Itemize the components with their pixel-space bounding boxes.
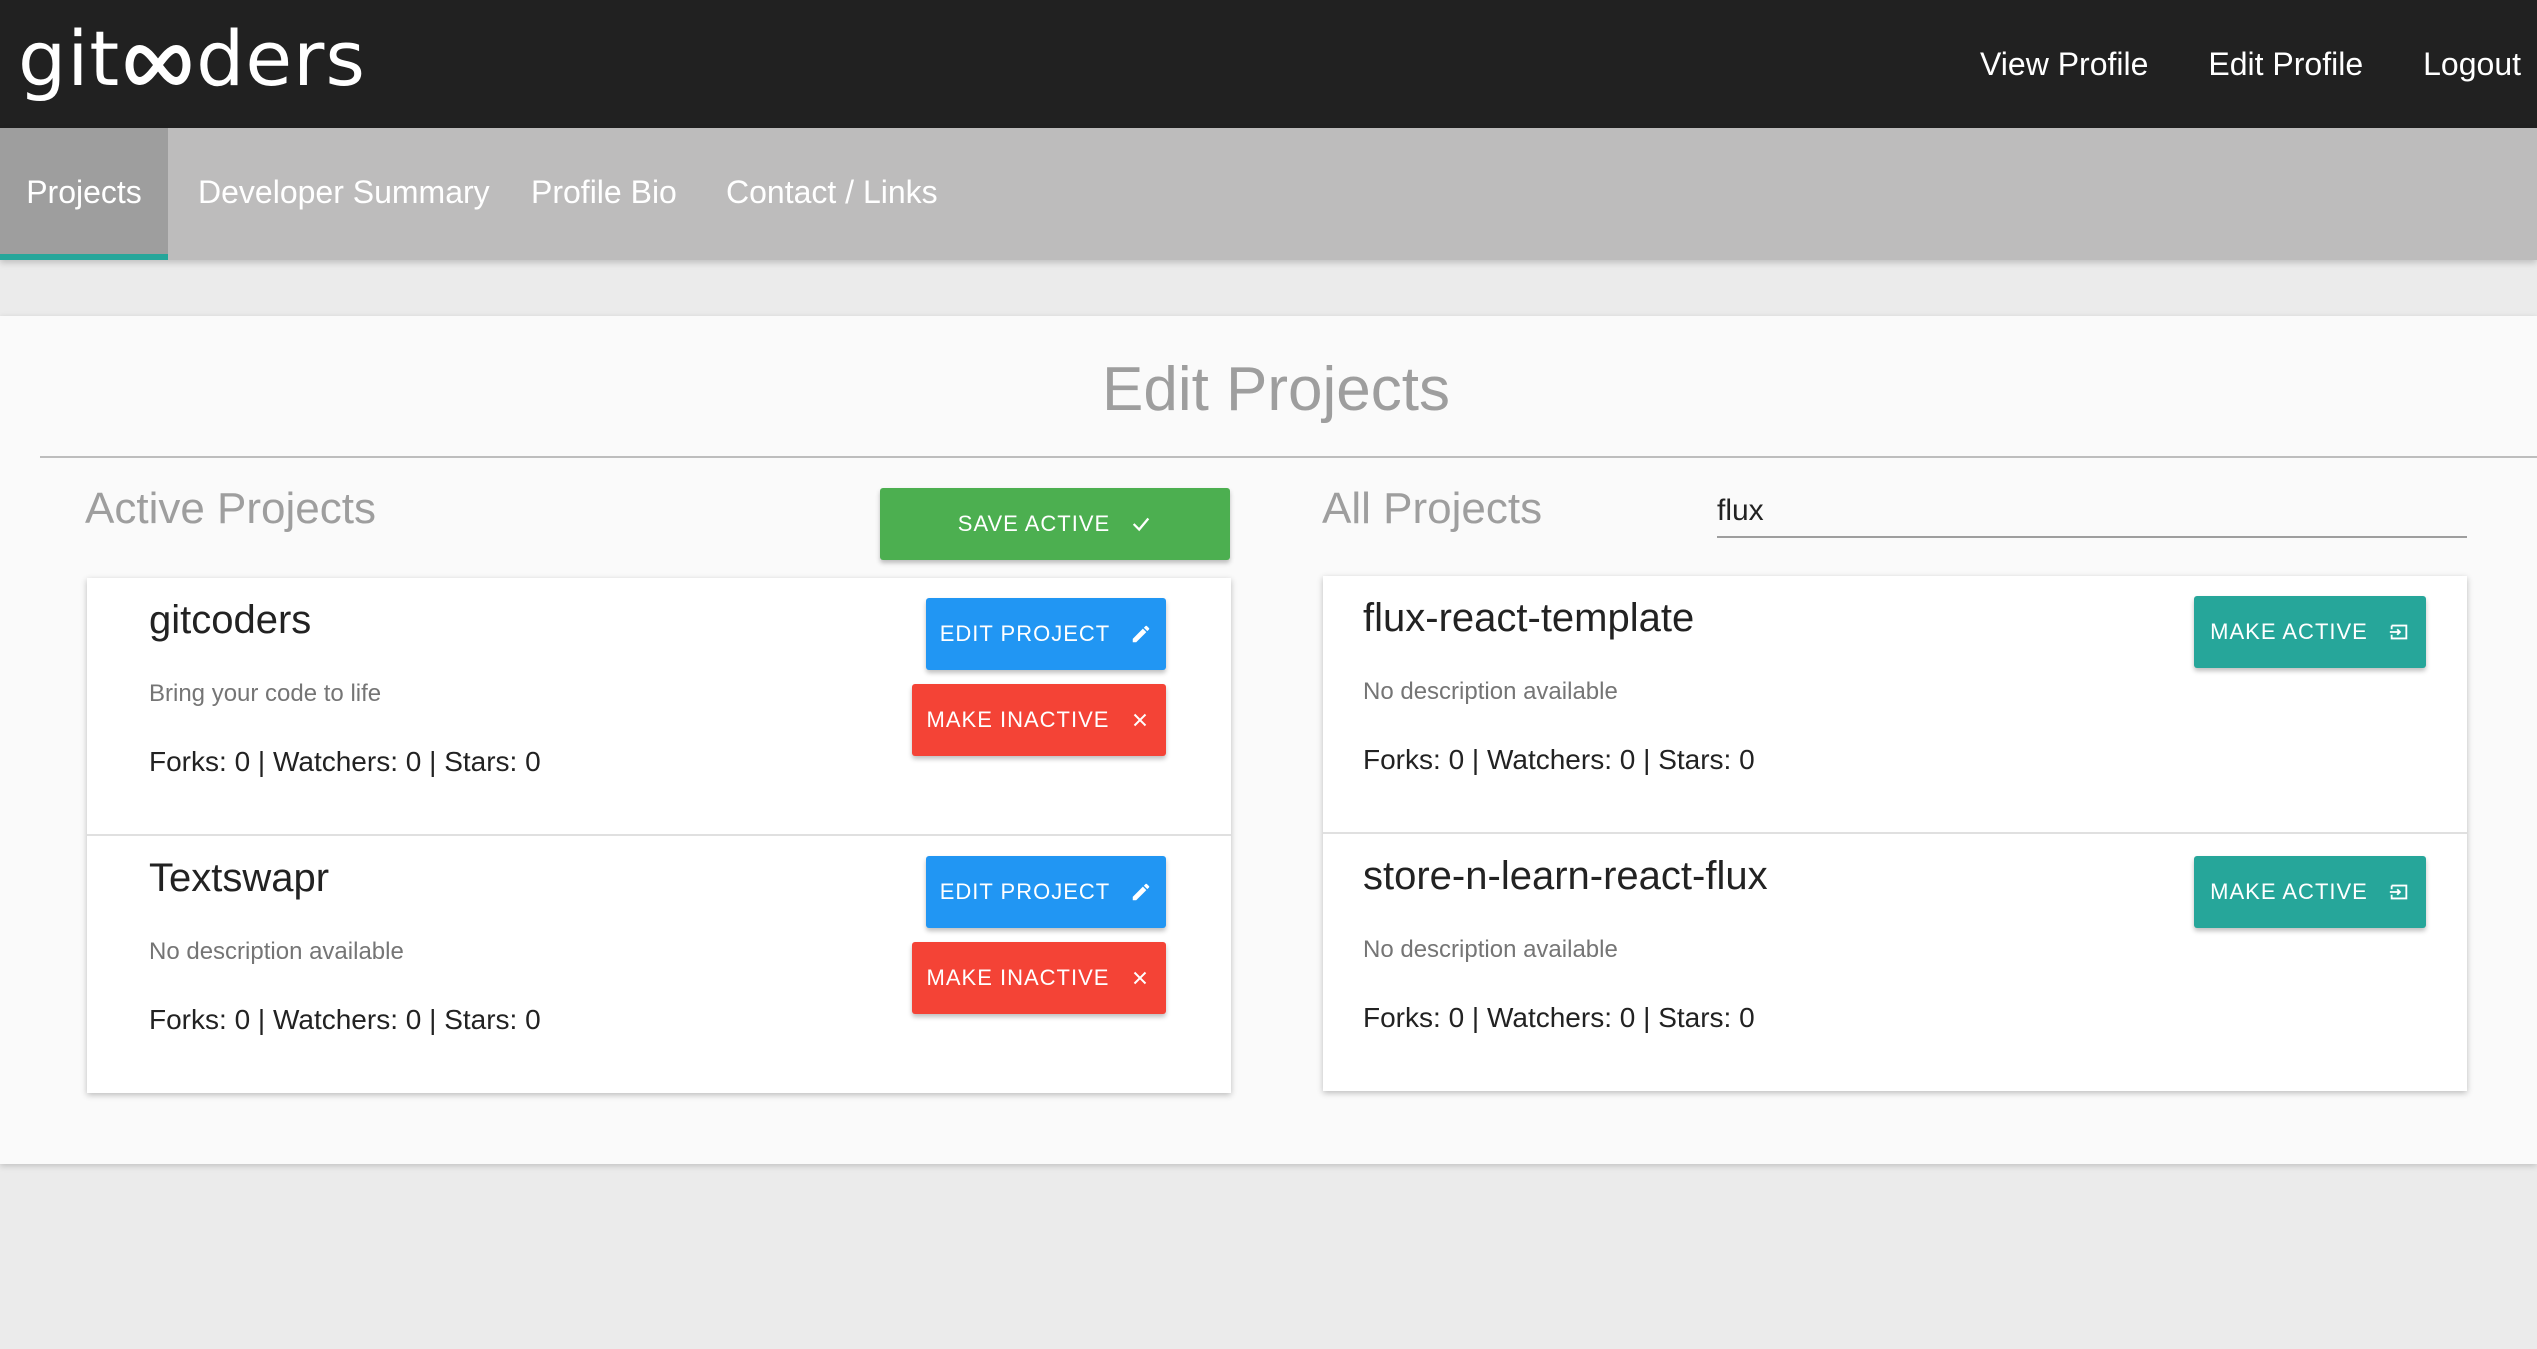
stat-label: Forks:: [1363, 744, 1449, 775]
gitcoders-logo[interactable]: git ders: [18, 14, 366, 104]
project-description: No description available: [1363, 936, 1618, 963]
edit-project-label: EDIT PROJECT: [939, 879, 1111, 904]
stat-value: 0: [1739, 1002, 1755, 1033]
stat-value: 0: [1739, 744, 1755, 775]
title-divider: [40, 456, 2537, 458]
input-icon: [2389, 624, 2408, 640]
make-active-label: MAKE ACTIVE: [2210, 619, 2368, 644]
pencil-icon: [1133, 883, 1150, 901]
make-inactive-label: MAKE INACTIVE: [926, 707, 1110, 732]
edit-projects-card: Edit Projects Active Projects SAVE ACTIV…: [0, 316, 2537, 1164]
project-description: No description available: [149, 938, 404, 965]
stat-value: 0: [1619, 1002, 1636, 1033]
make-active-button[interactable]: MAKE ACTIVE: [2194, 596, 2426, 668]
tab-bar: Projects Developer Summary Profile Bio C…: [0, 128, 2537, 260]
stat-sep: |: [250, 1004, 273, 1035]
project-stats: Forks: 0 | Watchers: 0 | Stars: 0: [1363, 744, 1755, 776]
stat-sep: |: [1464, 1002, 1487, 1033]
stat-value: 0: [525, 746, 541, 777]
stat-label: Stars:: [444, 746, 526, 777]
stat-value: 0: [405, 746, 422, 777]
top-app-bar: git ders View Profile Edit Profile Logou…: [0, 0, 2537, 128]
tab-contact-links[interactable]: Contact / Links: [726, 128, 938, 260]
stat-sep: |: [421, 746, 445, 777]
stat-sep: |: [1464, 744, 1487, 775]
view-profile-link[interactable]: View Profile: [1980, 46, 2148, 83]
edit-project-label: EDIT PROJECT: [939, 621, 1111, 646]
stat-value: 0: [1619, 744, 1636, 775]
tab-developer-summary[interactable]: Developer Summary: [198, 128, 490, 260]
save-active-button[interactable]: SAVE ACTIVE: [880, 488, 1230, 560]
active-projects-list: gitcoders Bring your code to life Forks:…: [87, 578, 1231, 1093]
logout-link[interactable]: Logout: [2423, 46, 2521, 83]
all-projects-heading: All Projects: [1322, 484, 1543, 533]
stat-value: 0: [1448, 1002, 1465, 1033]
stat-value: 0: [525, 1004, 541, 1035]
edit-project-button[interactable]: EDIT PROJECT: [926, 598, 1166, 670]
project-divider: [87, 834, 1231, 836]
stat-value: 0: [1448, 744, 1465, 775]
all-projects-list: flux-react-template No description avail…: [1323, 576, 2467, 1091]
stat-label: Stars:: [444, 1004, 526, 1035]
stat-label: Watchers:: [272, 1004, 406, 1035]
project-search-input[interactable]: [1717, 486, 2467, 538]
stat-value: 0: [234, 746, 251, 777]
stat-sep: |: [1635, 1002, 1659, 1033]
make-inactive-button[interactable]: MAKE INACTIVE: [912, 942, 1166, 1014]
stat-label: Watchers:: [272, 746, 406, 777]
project-name: Textswapr: [149, 856, 330, 900]
logo-text-left: git: [18, 14, 121, 103]
logo-text-right: ders: [196, 14, 366, 103]
stat-label: Stars:: [1658, 1002, 1740, 1033]
make-inactive-button[interactable]: MAKE INACTIVE: [912, 684, 1166, 756]
make-active-button[interactable]: MAKE ACTIVE: [2194, 856, 2426, 928]
project-description: No description available: [1363, 678, 1618, 705]
edit-profile-link[interactable]: Edit Profile: [2208, 46, 2363, 83]
check-icon: [1133, 517, 1150, 532]
stat-label: Watchers:: [1486, 744, 1620, 775]
stat-sep: |: [250, 746, 273, 777]
project-divider: [1323, 832, 2467, 834]
stat-label: Forks:: [149, 1004, 235, 1035]
infinity-icon: [125, 44, 191, 86]
stat-sep: |: [1635, 744, 1659, 775]
page-title: Edit Projects: [1101, 355, 1451, 424]
stat-label: Forks:: [1363, 1002, 1449, 1033]
project-stats: Forks: 0 | Watchers: 0 | Stars: 0: [149, 1004, 541, 1036]
project-name: flux-react-template: [1363, 596, 1695, 640]
stat-value: 0: [234, 1004, 251, 1035]
project-stats: Forks: 0 | Watchers: 0 | Stars: 0: [149, 746, 541, 778]
save-active-label: SAVE ACTIVE: [957, 511, 1111, 536]
project-description: Bring your code to life: [149, 680, 382, 707]
input-icon: [2389, 884, 2408, 900]
project-name: gitcoders: [149, 598, 312, 642]
top-nav: View Profile Edit Profile Logout: [1980, 0, 2521, 128]
stat-label: Watchers:: [1486, 1002, 1620, 1033]
stat-sep: |: [421, 1004, 445, 1035]
stat-label: Forks:: [149, 746, 235, 777]
pencil-icon: [1133, 625, 1150, 643]
edit-project-button[interactable]: EDIT PROJECT: [926, 856, 1166, 928]
close-icon: [1134, 971, 1147, 985]
stat-label: Stars:: [1658, 744, 1740, 775]
tab-profile-bio[interactable]: Profile Bio: [531, 128, 677, 260]
tab-projects[interactable]: Projects: [0, 128, 168, 260]
make-active-label: MAKE ACTIVE: [2210, 879, 2368, 904]
project-stats: Forks: 0 | Watchers: 0 | Stars: 0: [1363, 1002, 1755, 1034]
stat-value: 0: [405, 1004, 422, 1035]
project-name: store-n-learn-react-flux: [1363, 854, 1768, 898]
active-projects-heading: Active Projects: [85, 484, 376, 533]
make-inactive-label: MAKE INACTIVE: [926, 965, 1110, 990]
close-icon: [1134, 713, 1147, 727]
